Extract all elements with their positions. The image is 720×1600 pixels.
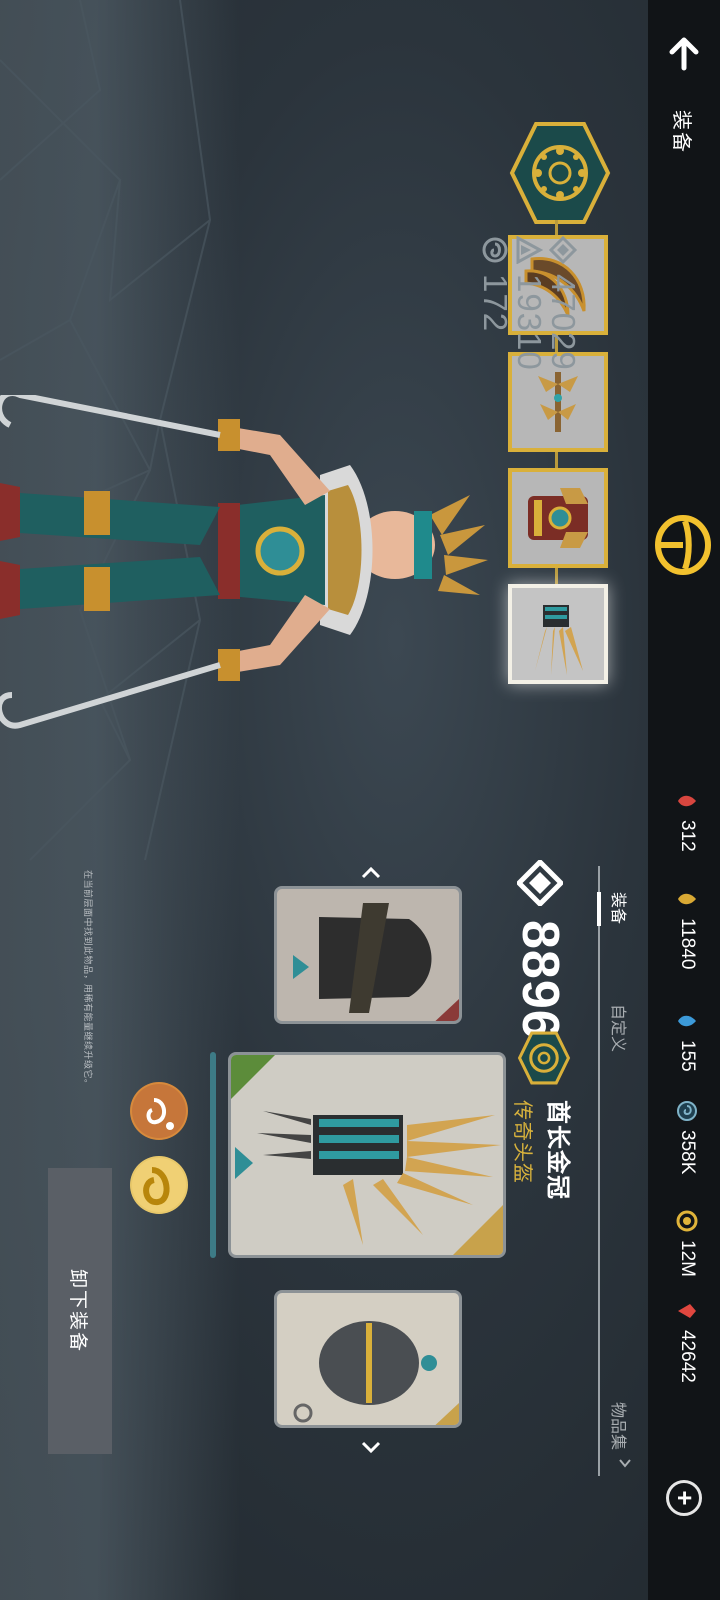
plus-icon: + <box>670 1490 700 1506</box>
ruby-icon <box>676 1300 698 1322</box>
steel-helmet-icon <box>293 1321 459 1428</box>
collection-chevron-icon[interactable] <box>613 1456 632 1470</box>
gold-orb-icon[interactable] <box>130 1156 188 1214</box>
stat-power: 47029 <box>545 236 582 371</box>
currency-value: 11840 <box>677 918 698 970</box>
item-card-helmet-steel[interactable] <box>274 1290 462 1428</box>
item-card-selected-crown[interactable] <box>228 1052 506 1258</box>
top-bar: 装备 312 11840 155 358K 12M 42642 + <box>648 0 720 1600</box>
red-leaf-icon <box>676 790 698 812</box>
currency-swirl-coin: 358K <box>676 1100 698 1174</box>
tab-customize[interactable]: 自定义 <box>608 1004 632 1052</box>
currency-blue-leaf: 155 <box>676 1010 698 1072</box>
currency-red-leaf: 312 <box>676 790 698 852</box>
currency-gold-leaf: 11840 <box>676 888 698 969</box>
power-diamond-icon <box>549 236 577 264</box>
tab-divider <box>598 866 600 1476</box>
unequip-button[interactable]: 卸下装备 <box>48 1168 112 1454</box>
currency-value: 42642 <box>677 1330 698 1383</box>
selection-rail <box>210 1052 216 1258</box>
item-header: 酋长金冠 传奇头盔 <box>510 1030 578 1200</box>
scroll-left-button[interactable] <box>354 856 388 890</box>
chevron-left-icon <box>361 866 381 879</box>
triangle-stat-icon <box>516 236 543 264</box>
upgrade-hint: 在当前层面中找到此物品，用稀有能量继续升级它。 <box>83 870 93 1089</box>
item-rarity: 传奇头盔 <box>511 1100 533 1184</box>
stat-value: 47029 <box>545 274 582 371</box>
rank-emblem-icon[interactable] <box>508 118 612 228</box>
tab-collection[interactable]: 物品集 <box>608 1402 632 1450</box>
currency-value: 155 <box>677 1040 698 1072</box>
currency-ruby: 42642 <box>676 1300 698 1383</box>
tab-equipment[interactable]: 装备 <box>608 892 632 924</box>
page-title: 装备 <box>670 110 692 154</box>
scroll-right-button[interactable] <box>354 1430 388 1464</box>
active-tab-indicator <box>597 892 601 926</box>
blue-leaf-icon <box>676 1010 698 1032</box>
fire-orb-icon[interactable] <box>130 1082 188 1140</box>
back-arrow-icon <box>669 37 699 71</box>
stat-swirl: 172 <box>477 236 514 371</box>
swirl-coin-icon <box>676 1100 698 1122</box>
rank-emblem-icon <box>517 1031 571 1085</box>
stat-value: 19310 <box>511 274 548 371</box>
stat-value: 172 <box>477 274 514 333</box>
currency-value: 12M <box>677 1240 698 1277</box>
item-name: 酋长金冠 <box>544 1100 571 1200</box>
panel-tabs: 装备 自定义 物品集 <box>592 866 632 1486</box>
swirl-stat-icon <box>482 237 508 263</box>
item-power: 8896 <box>510 860 570 1040</box>
gold-leaf-icon <box>676 888 698 910</box>
gold-coin-icon <box>676 1210 698 1232</box>
dark-helmet-icon <box>293 903 459 1024</box>
stat-triangle: 19310 <box>511 236 548 371</box>
currency-value: 358K <box>677 1130 698 1175</box>
add-currency-button[interactable]: + <box>666 1480 702 1516</box>
feather-crown-icon <box>228 1055 503 1258</box>
game-logo-icon <box>654 515 712 575</box>
currency-gold-coin: 12M <box>676 1210 698 1277</box>
character-stats: 47029 19310 172 <box>477 236 582 371</box>
currency-value: 312 <box>677 820 698 852</box>
equipment-screen: 装备 312 11840 155 358K 12M 42642 + 47029 … <box>0 0 720 1600</box>
power-diamond-icon <box>517 860 563 906</box>
back-button[interactable] <box>658 26 710 82</box>
item-card-helmet-dark[interactable] <box>274 886 462 1024</box>
item-power-value: 8896 <box>511 920 569 1040</box>
chevron-right-icon <box>361 1441 381 1454</box>
